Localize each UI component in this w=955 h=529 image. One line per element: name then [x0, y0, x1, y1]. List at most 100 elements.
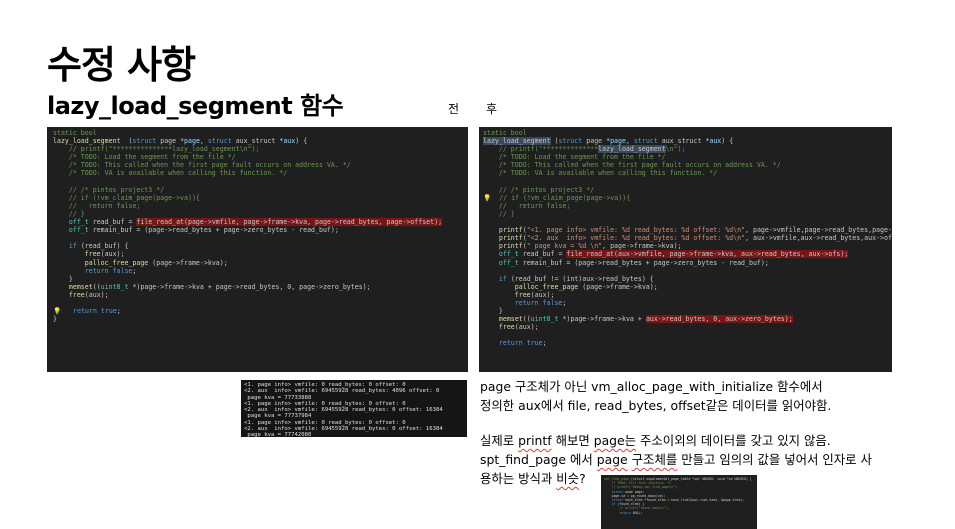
code-token: page — [156, 137, 181, 146]
code-line: return false; — [53, 267, 462, 275]
code-line: free(aux); — [53, 291, 462, 299]
code-token: (aux); — [530, 290, 555, 299]
terminal-line: page kva = 77742080 — [244, 432, 312, 437]
code-line: // return false; — [53, 202, 462, 210]
code-line: 💡 return true; — [53, 307, 462, 315]
code-token: , — [199, 137, 208, 146]
code-token: ; — [562, 298, 567, 307]
code-token: if — [498, 274, 507, 283]
code-token: off_t — [498, 258, 519, 267]
code-token: lazy_load_segment — [53, 137, 121, 146]
code-token: ) { — [721, 137, 734, 146]
code-line: return false; — [483, 299, 888, 307]
code-line: } — [53, 275, 462, 283]
code-token: remain_buf = (page->read_bytes + page->z… — [88, 226, 339, 235]
code-token: lazy_load_segment — [598, 145, 666, 154]
code-line: if (read_buf != (int)aux->read_bytes) { — [483, 275, 888, 283]
code-token: /* TODO: VA is available when calling th… — [483, 169, 718, 178]
code-token: read_buf = — [518, 250, 567, 259]
code-token: "<1. page info> vmfile: %d read_bytes: %… — [526, 226, 746, 235]
code-token: uint8_t — [100, 282, 129, 291]
code-line: palloc_free_page (page->frame->kva); — [53, 259, 462, 267]
code-line: // /* pintos project3 */ — [53, 186, 462, 194]
code-token: ) { — [295, 137, 308, 146]
code-token: , page->vmfile,page->read_bytes,page->of… — [745, 226, 892, 235]
code-token: (aux); — [514, 323, 539, 332]
code-token: ; — [132, 266, 137, 275]
after-label: 후 — [486, 102, 498, 116]
code-token: return false — [84, 266, 133, 275]
code-token: ; — [542, 339, 547, 348]
code-token: uint8_t — [530, 315, 559, 324]
code-token: return true — [498, 339, 543, 348]
before-label: 전 — [448, 102, 460, 116]
code-line: // return false; — [483, 202, 888, 210]
code-token: ; — [116, 307, 121, 316]
code-token: *aux — [705, 137, 722, 146]
code-line: palloc_free_page (page->frame->kva); — [483, 283, 888, 291]
code-line: static bool — [483, 129, 888, 137]
note-line: 정의한 aux에서 file, read_bytes, offset같은 데이터… — [480, 398, 832, 413]
code-token: // return false; — [53, 201, 141, 210]
note-line: 실제로 printf 해보면 page는 주소이외의 데이터를 갖고 있지 않음… — [480, 433, 831, 448]
code-token: // if (!vm_claim_page(page->va)){ — [491, 193, 631, 202]
code-line: // if (!vm_claim_page(page->va)){ — [53, 194, 462, 202]
code-token: struct — [207, 137, 232, 146]
code-token: // /* pintos project3 */ — [53, 185, 165, 194]
code-token: *page — [606, 137, 626, 146]
code-token: free — [84, 250, 101, 259]
code-token: palloc_free_page — [84, 258, 149, 267]
code-token: struct — [558, 137, 583, 146]
code-token: /* TODO: VA is available when calling th… — [53, 169, 288, 178]
code-line: /* TODO: VA is available when calling th… — [53, 169, 462, 177]
mini-code-screenshot: spt_find_page (struct supplemental_page_… — [601, 475, 757, 529]
code-line: // } — [483, 210, 888, 218]
code-token: (aux); — [100, 250, 125, 259]
code-token: } — [53, 315, 57, 324]
code-token: (page->frame->kva); — [578, 282, 658, 291]
code-token: page — [582, 137, 607, 146]
slide-title: 수정 사항 — [47, 43, 196, 87]
code-line: lazy_load_segment (struct page *page, st… — [53, 137, 462, 145]
code-token: // return false; — [483, 201, 571, 210]
code-line: memset((uint8_t *)page->frame->kva + aux… — [483, 315, 888, 324]
code-token: static bool — [53, 129, 97, 137]
code-line: free(aux); — [483, 291, 888, 299]
code-line: } — [53, 315, 462, 323]
code-token: memset — [498, 315, 523, 324]
code-line: // /* pintos project3 */ — [483, 186, 888, 194]
code-token: // printf("***************lazy_load_segm… — [53, 145, 260, 154]
code-token: // /* pintos project3 */ — [483, 185, 595, 194]
code-line: off_t read_buf = file_read_at(aux->vmfil… — [483, 250, 888, 259]
code-token: static bool — [483, 129, 527, 137]
code-line: 💡 // if (!vm_claim_page(page->va)){ — [483, 194, 888, 202]
code-line: off_t read_buf = file_read_at(page->vmfi… — [53, 218, 462, 227]
code-line: memset((uint8_t *)page->frame->kva + pag… — [53, 283, 462, 291]
code-token: (page->frame->kva); — [148, 258, 228, 267]
code-token: *page — [180, 137, 200, 146]
code-token: // } — [483, 209, 515, 218]
code-token: NULL; — [630, 510, 643, 515]
code-token: free — [498, 323, 515, 332]
code-token: ( — [120, 137, 133, 146]
code-line: /* TODO: VA is available when calling th… — [483, 169, 888, 177]
code-token: (read_buf != (int)aux->read_bytes) { — [506, 274, 654, 283]
slide-subtitle: lazy_load_segment 함수 — [47, 92, 344, 120]
code-token: return — [619, 510, 631, 515]
code-line: return NULL; — [604, 511, 754, 515]
